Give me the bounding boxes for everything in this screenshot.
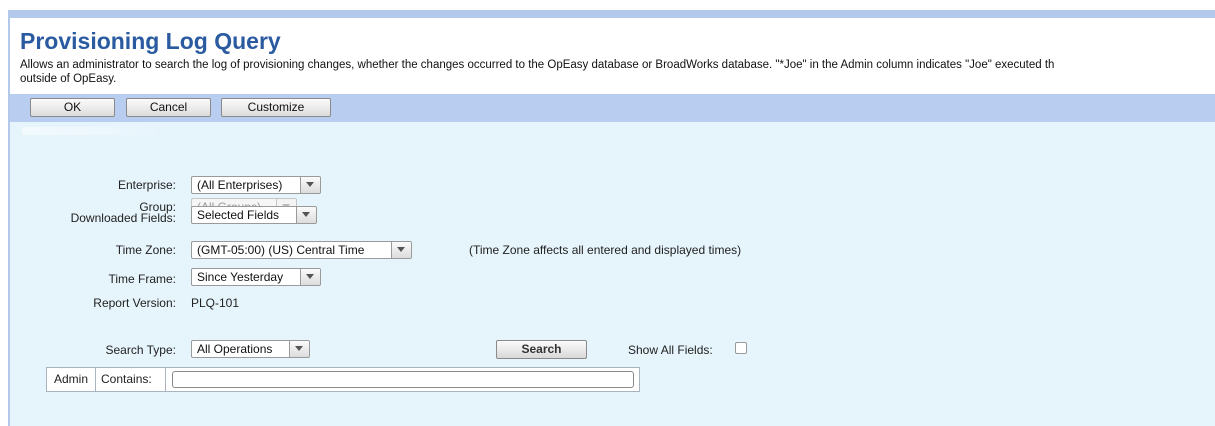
chevron-down-icon bbox=[300, 269, 320, 285]
show-all-fields-checkbox[interactable] bbox=[735, 342, 747, 354]
enterprise-label: Enterprise: bbox=[117, 178, 176, 192]
report-version-value: PLQ-101 bbox=[191, 296, 240, 310]
time-zone-select-value: (GMT-05:00) (US) Central Time bbox=[197, 243, 365, 257]
customize-button[interactable]: Customize bbox=[221, 98, 331, 117]
search-button[interactable]: Search bbox=[496, 340, 587, 359]
time-zone-note: (Time Zone affects all entered and displ… bbox=[469, 243, 742, 257]
criteria-field-label: Admin bbox=[54, 372, 89, 386]
panel-section-header bbox=[22, 127, 172, 135]
downloaded-fields-select[interactable]: Selected Fields bbox=[191, 206, 317, 224]
time-frame-label: Time Frame: bbox=[108, 272, 176, 286]
page-title: Provisioning Log Query bbox=[20, 28, 281, 54]
chevron-down-icon bbox=[391, 242, 411, 258]
search-type-label: Search Type: bbox=[105, 343, 177, 357]
enterprise-select-value: (All Enterprises) bbox=[197, 178, 283, 192]
page-description-line2: outside of OpEasy. bbox=[20, 73, 117, 85]
chevron-down-icon bbox=[296, 207, 316, 223]
time-zone-label: Time Zone: bbox=[115, 243, 176, 257]
criteria-divider bbox=[165, 368, 166, 391]
downloaded-fields-label: Downloaded Fields: bbox=[70, 211, 176, 225]
search-criteria-row: Admin Contains: bbox=[46, 367, 640, 392]
page-description-line1: Allows an administrator to search the lo… bbox=[20, 59, 1055, 71]
chevron-down-icon bbox=[300, 177, 320, 193]
criteria-value-input[interactable] bbox=[172, 371, 634, 388]
header-band bbox=[8, 10, 1215, 18]
show-all-fields-label: Show All Fields: bbox=[628, 343, 713, 357]
report-version-label: Report Version: bbox=[93, 296, 176, 310]
criteria-divider bbox=[95, 368, 96, 391]
toolbar: OK Cancel Customize bbox=[10, 94, 1215, 122]
top-strip bbox=[0, 0, 1215, 10]
search-type-select-value: All Operations bbox=[197, 342, 273, 356]
chevron-down-icon bbox=[289, 341, 309, 357]
time-zone-select[interactable]: (GMT-05:00) (US) Central Time bbox=[191, 241, 412, 259]
downloaded-fields-select-value: Selected Fields bbox=[197, 208, 280, 222]
enterprise-select[interactable]: (All Enterprises) bbox=[191, 176, 321, 194]
cancel-button[interactable]: Cancel bbox=[126, 98, 211, 117]
criteria-operator-label: Contains: bbox=[101, 372, 152, 386]
time-frame-select-value: Since Yesterday bbox=[197, 270, 284, 284]
page-description: Allows an administrator to search the lo… bbox=[20, 58, 1215, 86]
ok-button[interactable]: OK bbox=[30, 98, 115, 117]
search-type-select[interactable]: All Operations bbox=[191, 340, 310, 358]
time-frame-select[interactable]: Since Yesterday bbox=[191, 268, 321, 286]
